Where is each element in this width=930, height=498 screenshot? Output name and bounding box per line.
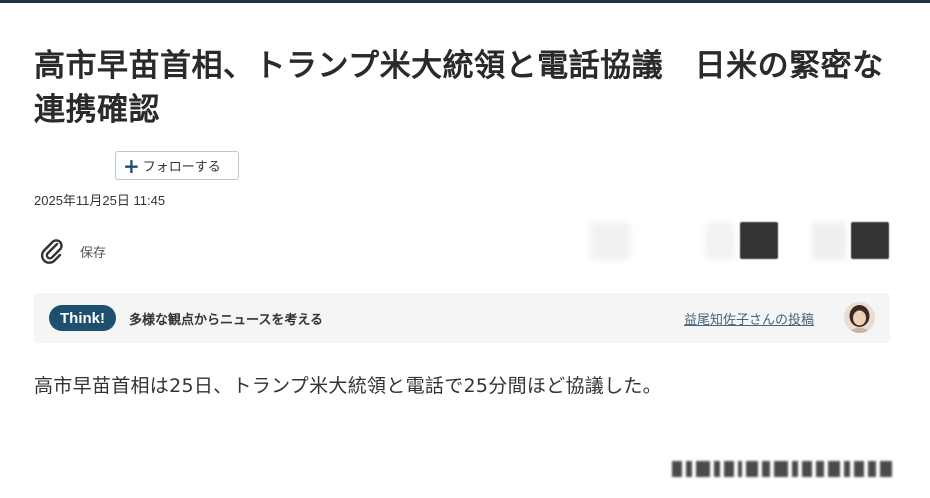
publish-date: 2025年11月25日 11:45 [34, 193, 166, 208]
think-caption: 多様な観点からニュースを考える [129, 313, 323, 328]
plus-icon: + [123, 153, 140, 178]
blurred-watermark [672, 458, 920, 480]
share-button-blurred[interactable] [812, 222, 846, 260]
top-rule [0, 0, 930, 3]
expert-post-link[interactable]: 益尾知佐子さんの投稿 [684, 309, 814, 328]
paperclip-icon [40, 239, 63, 264]
think-badge: Think! [49, 305, 116, 331]
avatar[interactable] [844, 302, 875, 333]
article-lead: 高市早苗首相は25日、トランプ米大統領と電話で25分間ほど協議した。 [34, 375, 662, 397]
share-icon-blurred[interactable] [851, 222, 889, 259]
avatar-portrait [844, 302, 875, 333]
share-icon-blurred[interactable] [740, 222, 778, 259]
share-button-blurred[interactable] [705, 222, 735, 260]
think-bar: Think! 多様な観点からニュースを考える 益尾知佐子さんの投稿 [34, 293, 890, 343]
follow-label: フォローする [142, 160, 221, 175]
follow-button[interactable]: + フォローする [115, 151, 239, 180]
share-button-blurred[interactable] [590, 222, 630, 260]
save-label: 保存 [80, 245, 107, 261]
save-button[interactable]: 保存 [38, 235, 106, 267]
article-headline: 高市早苗首相、トランプ米大統領と電話協議 日米の緊密な連携確認 [34, 48, 884, 128]
